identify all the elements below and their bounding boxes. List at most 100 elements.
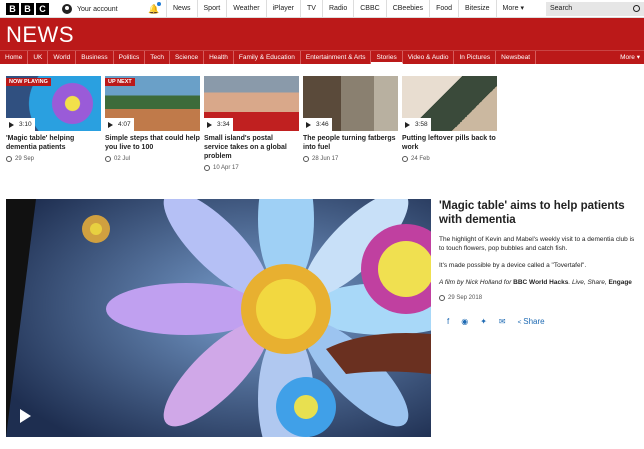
duration-label: 3:34 (217, 121, 230, 128)
nav-tv[interactable]: TV (300, 0, 322, 18)
video-card[interactable]: 3:58 Putting leftover pills back to work… (402, 76, 497, 171)
logo-letter: B (6, 3, 19, 15)
play-duration: 3:46 (303, 118, 332, 131)
article-date: 29 Sep 2018 (439, 295, 639, 301)
search-icon[interactable] (633, 5, 640, 12)
twitter-icon[interactable]: ✦ (480, 317, 487, 326)
logo-letter: B (21, 3, 34, 15)
card-date: 10 Apr 17 (204, 165, 299, 171)
article-summary: The highlight of Kevin and Mabel's weekl… (439, 236, 635, 252)
video-thumbnail[interactable]: 3:58 (402, 76, 497, 131)
video-card[interactable]: 3:46 The people turning fatbergs into fu… (303, 76, 398, 171)
section-uk[interactable]: UK (28, 51, 49, 64)
clock-icon (402, 156, 408, 162)
section-video-audio[interactable]: Video & Audio (403, 51, 455, 64)
credit-tagline: . Live, Share, (568, 279, 609, 286)
nav-cbeebies[interactable]: CBeebies (385, 0, 429, 18)
main-video-player[interactable] (6, 199, 431, 437)
section-entertainment-arts[interactable]: Entertainment & Arts (301, 51, 372, 64)
card-title[interactable]: Simple steps that could help you live to… (105, 134, 200, 152)
section-newsbeat[interactable]: Newsbeat (496, 51, 537, 64)
duration-label: 3:10 (19, 121, 32, 128)
nav-food[interactable]: Food (429, 0, 458, 18)
section-health[interactable]: Health (204, 51, 234, 64)
email-icon[interactable]: ✉ (499, 317, 506, 326)
credit-engage: Engage (608, 279, 632, 286)
account-label: Your account (77, 5, 118, 13)
clock-icon (204, 165, 210, 171)
credit-source-link[interactable]: BBC World Hacks (513, 279, 568, 286)
clock-icon (439, 295, 445, 301)
play-duration: 4:07 (105, 118, 134, 131)
card-title[interactable]: Putting leftover pills back to work (402, 134, 497, 152)
section-in-pictures[interactable]: In Pictures (454, 51, 497, 64)
section-tech[interactable]: Tech (145, 51, 170, 64)
nav-iplayer[interactable]: iPlayer (265, 0, 300, 18)
play-duration: 3:34 (204, 118, 233, 131)
nav-sport[interactable]: Sport (196, 0, 227, 18)
section-nav: Home UK World Business Politics Tech Sci… (0, 50, 644, 64)
video-thumbnail[interactable]: UP NEXT 4:07 (105, 76, 200, 131)
date-label: 29 Sep (15, 156, 35, 162)
news-header: NEWS (0, 18, 644, 50)
section-politics[interactable]: Politics (114, 51, 146, 64)
search-placeholder: Search (550, 5, 573, 12)
now-playing-badge: NOW PLAYING (6, 78, 51, 86)
card-date: 29 Sep (6, 156, 101, 162)
credit-prefix: A film by Nick Holland for (439, 279, 514, 286)
video-thumbnail[interactable]: NOW PLAYING 3:10 (6, 76, 101, 131)
duration-label: 3:58 (415, 121, 428, 128)
notifications-bell-icon[interactable]: 🔔 (148, 2, 161, 15)
play-icon[interactable] (20, 409, 31, 423)
news-logo[interactable]: NEWS (6, 22, 74, 48)
play-icon (9, 121, 14, 128)
nav-more[interactable]: More ▾ (495, 0, 530, 18)
nav-more-label: More (502, 5, 519, 12)
nav-weather[interactable]: Weather (226, 0, 265, 18)
facebook-icon[interactable]: f (447, 317, 449, 326)
search-input[interactable]: Search (546, 2, 644, 16)
section-family-education[interactable]: Family & Education (234, 51, 301, 64)
section-stories[interactable]: Stories (371, 51, 403, 64)
clock-icon (6, 156, 12, 162)
section-business[interactable]: Business (76, 51, 114, 64)
share-button[interactable]: < Share (518, 317, 545, 326)
messenger-icon[interactable]: ◉ (461, 317, 468, 326)
up-next-badge: UP NEXT (105, 78, 135, 86)
card-title[interactable]: The people turning fatbergs into fuel (303, 134, 398, 152)
nav-cbbc[interactable]: CBBC (353, 0, 385, 18)
play-duration: 3:58 (402, 118, 431, 131)
play-icon (108, 121, 113, 128)
article-title: 'Magic table' aims to help patients with… (439, 200, 625, 226)
card-title[interactable]: Small island's postal service takes on a… (204, 134, 299, 161)
article-credit: A film by Nick Holland for BBC World Hac… (439, 278, 639, 287)
clock-icon (105, 156, 111, 162)
video-card[interactable]: NOW PLAYING 3:10 'Magic table' helping d… (6, 76, 101, 171)
account-link[interactable]: Your account (62, 0, 118, 18)
nav-news[interactable]: News (166, 0, 197, 18)
section-world[interactable]: World (48, 51, 77, 64)
section-more[interactable]: More ▾ (620, 51, 640, 64)
section-home[interactable]: Home (0, 51, 29, 64)
date-label: 24 Feb (411, 156, 430, 162)
card-title[interactable]: 'Magic table' helping dementia patients (6, 134, 101, 152)
share-label: Share (523, 317, 545, 326)
bbc-logo[interactable]: B B C (6, 3, 49, 15)
video-frame (6, 199, 431, 437)
video-thumbnail[interactable]: 3:46 (303, 76, 398, 131)
section-science[interactable]: Science (170, 51, 205, 64)
date-label: 10 Apr 17 (213, 165, 239, 171)
play-duration: 3:10 (6, 118, 35, 131)
date-label: 28 Jun 17 (312, 156, 339, 162)
date-label: 02 Jul (114, 156, 131, 162)
video-card[interactable]: 3:34 Small island's postal service takes… (204, 76, 299, 171)
logo-letter: C (36, 3, 49, 15)
video-card[interactable]: UP NEXT 4:07 Simple steps that could hel… (105, 76, 200, 171)
video-thumbnail[interactable]: 3:34 (204, 76, 299, 131)
play-icon (405, 121, 410, 128)
duration-label: 3:46 (316, 121, 329, 128)
nav-bitesize[interactable]: Bitesize (458, 0, 496, 18)
nav-radio[interactable]: Radio (321, 0, 353, 18)
clock-icon (303, 156, 309, 162)
top-bar: B B C Your account 🔔 News Sport Weather … (0, 0, 644, 18)
